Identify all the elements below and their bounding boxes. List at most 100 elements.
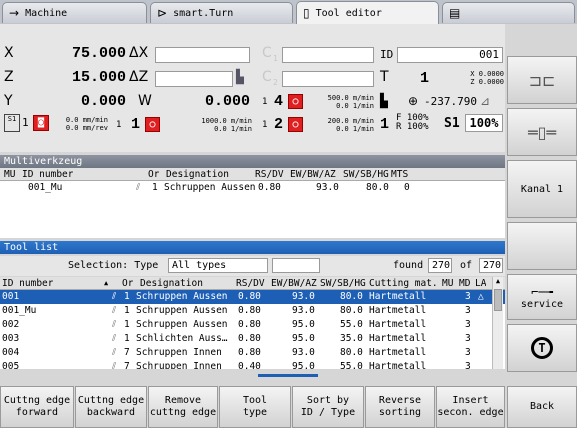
rapid-override: R 100% [396, 122, 429, 132]
cell-designation: Schruppen Aussen [136, 319, 228, 330]
feed-stop-icon: ◙ [33, 115, 49, 131]
cell-ewbwaz: 95.0 [292, 361, 315, 369]
scroll-up-icon[interactable]: ▲ [493, 277, 503, 287]
table-row[interactable]: ⫽ 001_Mu 1 Schruppen Aussen 0.80 93.0 80.0 Hart… [0, 304, 505, 318]
tool-orientation-icon: ⫽ [112, 347, 117, 358]
tool-list-scrollbar[interactable]: ▲ [492, 277, 503, 369]
col-id-number[interactable]: ID number [2, 277, 53, 290]
cutting-edge-forward-button[interactable]: Cuttng edge forward [0, 386, 74, 428]
tool-icon: ⊐⊏ [528, 70, 556, 90]
cell-rsdv: 0.80 [238, 319, 261, 330]
machine-status-panel [0, 24, 505, 152]
spindle-1-label: 1 [131, 116, 141, 133]
softkey-service[interactable]: ⌐─╼ service [507, 274, 577, 320]
spindle-1-speed: 1000.0 m/min [201, 117, 252, 125]
tool-type-button[interactable]: Tool type [219, 386, 291, 428]
table-row[interactable]: ⫽ 005 7 Schruppen Innen 0.40 95.0 55.0 Hartmeta… [0, 360, 505, 369]
tab-extra[interactable]: ▤ [442, 2, 575, 23]
table-row[interactable]: ⫽ 001 1 Schruppen Aussen 0.80 93.0 80.0 Hartmet… [0, 290, 505, 304]
col-ewbwaz: EW/BW/AZ [290, 169, 336, 180]
h-scroll-area [0, 370, 505, 383]
tool-list-rows: ⫽ 001 1 Schruppen Aussen 0.80 93.0 80.0 Hartmet… [0, 290, 505, 369]
col-md[interactable]: MD [459, 277, 470, 290]
back-button[interactable]: Back [507, 386, 577, 428]
w-axis-label: W [138, 93, 152, 109]
cell-designation: Schruppen Aussen [136, 305, 228, 316]
remove-cutting-edge-button[interactable]: Remove cuttng edge [148, 386, 218, 428]
cell-cutting-mat: Hartmetall [369, 333, 427, 344]
save-icon: ▤ [449, 6, 461, 20]
table-row[interactable]: ⫽ 003 1 Schlichten Auss… 0.80 95.0 35.0 Hartmet… [0, 332, 505, 346]
multi-tool-row[interactable]: 001_Mu ⫽ 1 Schruppen Aussen 0.80 93.0 80… [0, 181, 505, 195]
y-position: 0.000 [80, 93, 126, 110]
cell-or: 1 [124, 319, 130, 330]
table-row[interactable]: ⫽ 002 1 Schruppen Aussen 0.80 95.0 55.0 Hartmet… [0, 318, 505, 332]
spindle-2-speed: 200.0 m/min [327, 117, 374, 125]
cell-ewbwaz: 93.0 [292, 347, 315, 358]
x-position: 75.000 [71, 45, 126, 62]
tool-t-icon: T [531, 337, 553, 359]
c1-axis-label: C [262, 45, 272, 61]
crosshair-icon: ⊕ [408, 94, 419, 108]
id-label: ID [380, 48, 394, 61]
col-mu[interactable]: MU [442, 277, 453, 290]
spindle-1-circle-icon: 1 [116, 120, 122, 130]
softkey-kanal[interactable]: Kanal 1 [507, 160, 577, 218]
cell-ewbwaz: 95.0 [292, 319, 315, 330]
cell-id: 005 [2, 361, 20, 369]
tool-orientation-icon: ⫽ [112, 333, 117, 344]
cell-cutting-mat: Hartmetall [369, 305, 427, 316]
cell-cutting-mat: Hartmetall [369, 347, 427, 358]
cell-swsbhg: 55.0 [340, 361, 363, 369]
col-cutting-mat[interactable]: Cutting mat. [369, 277, 438, 290]
tool-orientation-icon: ⫽ [112, 291, 117, 302]
cell-id: 003 [2, 333, 20, 344]
tab-machine[interactable]: → Machine [2, 2, 147, 23]
cell-ewbwaz: 95.0 [292, 333, 315, 344]
feed-per-min: 0.0 mm/min [65, 116, 108, 124]
selection-extra-input[interactable] [272, 258, 320, 273]
cell-swsbhg: 80.0 [340, 291, 363, 302]
cell-or: 1 [124, 291, 130, 302]
cell-md: 3 [465, 319, 471, 330]
cell-md: 3 [465, 347, 471, 358]
col-rsdv[interactable]: RS/DV [236, 277, 265, 290]
col-or[interactable]: Or [122, 277, 133, 290]
tool-angle-icon: ▙ [380, 94, 388, 109]
tool-list-column-headers: ID number ▲ Or Designation RS/DV EW/BW/A… [0, 277, 505, 290]
cell-or: 1 [124, 333, 130, 344]
softkey-right-4[interactable] [507, 222, 577, 270]
col-la[interactable]: LA [475, 277, 486, 290]
softkey-right-1[interactable]: ⊐⊏ [507, 56, 577, 104]
cutting-edge-backward-button[interactable]: Cuttng edge backward [75, 386, 147, 428]
col-ewbwaz[interactable]: EW/BW/AZ [271, 277, 317, 290]
tab-smart-turn-label: smart.Turn [173, 7, 234, 19]
wrench-icon: ⌐─╼ [531, 284, 553, 299]
of-label: of [460, 260, 473, 271]
angle-icon: ⊿ [480, 94, 491, 108]
insert-second-edge-button[interactable]: Insert secon. edge [436, 386, 505, 428]
softkey-right-6[interactable]: T [507, 324, 577, 372]
col-rsdv: RS/DV [255, 169, 284, 180]
cell-id: 001 [2, 291, 20, 302]
c2-axis-label: C [262, 69, 272, 85]
delta-x-field [155, 47, 250, 63]
x-axis-label: X [4, 45, 14, 61]
col-designation[interactable]: Designation [140, 277, 203, 290]
col-swsbhg[interactable]: SW/SB/HG [320, 277, 366, 290]
selection-type-input[interactable]: All types [168, 258, 268, 273]
cell-or: 7 [124, 361, 130, 369]
tool-holder-icon: ▙ [236, 70, 244, 85]
reverse-sorting-button[interactable]: Reverse sorting [365, 386, 435, 428]
cell-ewbwaz: 93.0 [316, 182, 339, 193]
tab-smart-turn[interactable]: ⊳ smart.Turn [150, 2, 293, 23]
cell-id: 002 [2, 319, 20, 330]
scroll-thumb[interactable] [494, 289, 502, 311]
tab-tool-editor[interactable]: ▯ Tool editor [296, 1, 439, 24]
sort-by-button[interactable]: Sort by ID / Type [292, 386, 364, 428]
softkey-right-2[interactable]: ═▯═ [507, 108, 577, 156]
cell-id: 004 [2, 347, 20, 358]
col-swsbhg: SW/SB/HG [343, 169, 389, 180]
table-row[interactable]: ⫽ 004 7 Schruppen Innen 0.80 93.0 80.0 Hartmeta… [0, 346, 505, 360]
spindle-2-circle-icon: 1 [262, 120, 268, 130]
